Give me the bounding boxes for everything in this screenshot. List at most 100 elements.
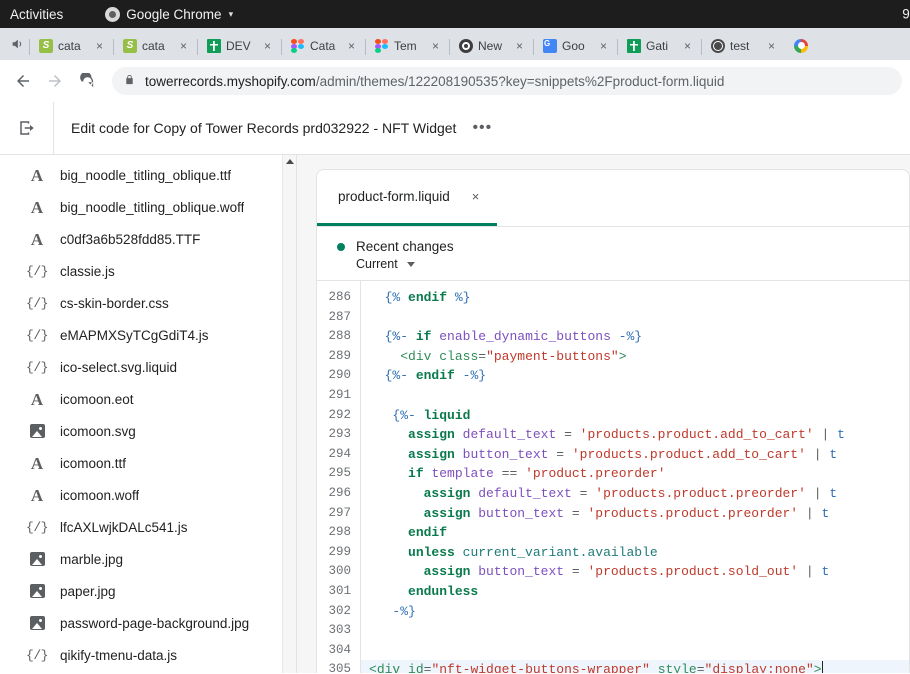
back-button[interactable] [8,66,38,96]
code-token: < [369,662,377,673]
file-list-item[interactable]: password-page-background.jpg [0,607,296,639]
line-number: 295 [317,464,360,484]
close-icon[interactable]: × [432,40,444,52]
code-line[interactable]: if template == 'product.preorder' [361,464,909,484]
browser-tab[interactable]: test× [702,31,786,60]
browser-tab-title: cata [142,39,175,53]
line-number: 291 [317,386,360,406]
file-list-item[interactable]: {/}ico-select.svg.liquid [0,351,296,383]
line-number: 294 [317,445,360,465]
sidebar-scrollbar[interactable] [282,155,296,673]
editor-tab-product-form[interactable]: product-form.liquid × [317,170,497,226]
code-line[interactable]: {%- endif -%} [361,366,909,386]
file-name-label: ico-select.svg.liquid [60,360,177,375]
code-line[interactable] [361,386,909,406]
activities-button[interactable]: Activities [10,7,63,22]
code-token [408,368,416,383]
file-list-item[interactable]: {/}eMAPMXSyTCgGdiT4.js [0,319,296,351]
more-actions-button[interactable]: ••• [472,123,492,133]
file-list-item[interactable]: Aicomoon.woff [0,479,296,511]
code-line[interactable]: assign default_text = 'products.product.… [361,425,909,445]
file-list-item[interactable]: {/}classie.js [0,255,296,287]
browser-tab[interactable]: Gati× [618,31,702,60]
code-line[interactable]: -%} [361,602,909,622]
code-line[interactable]: <div id="nft-widget-buttons-wrapper" sty… [361,660,909,673]
browser-tab[interactable]: New× [450,31,534,60]
code-token: class [439,349,478,364]
close-icon[interactable]: × [472,189,480,204]
close-icon[interactable]: × [516,40,528,52]
close-icon[interactable]: × [348,40,360,52]
code-line[interactable]: assign button_text = 'products.product.a… [361,445,909,465]
code-line[interactable] [361,308,909,328]
file-list-item[interactable]: Aicomoon.ttf [0,447,296,479]
browser-tab[interactable]: Cata× [282,31,366,60]
url-host: towerrecords.myshopify.com [145,74,316,89]
code-token: t [829,486,837,501]
code-line[interactable]: assign button_text = 'products.product.p… [361,504,909,524]
active-app-menu[interactable]: Google Chrome ▾ [105,7,233,22]
line-number: 300 [317,562,360,582]
browser-tab[interactable]: Tem× [366,31,450,60]
address-bar[interactable]: towerrecords.myshopify.com/admin/themes/… [112,67,902,95]
close-icon[interactable]: × [264,40,276,52]
file-list-item[interactable]: Aicomoon.eot [0,383,296,415]
font-file-icon: A [28,455,46,472]
close-icon[interactable]: × [600,40,612,52]
version-select[interactable]: Current [356,257,909,271]
code-line[interactable]: {% endif %} [361,288,909,308]
clock[interactable]: 9 [902,7,910,22]
code-line[interactable]: {%- liquid [361,406,909,426]
scroll-up-arrow-icon[interactable] [286,159,294,164]
reload-button[interactable] [72,66,102,96]
file-list-item[interactable]: {/}qikify-tmenu-data.js [0,639,296,671]
close-icon[interactable]: × [768,40,780,52]
code-token: == [494,466,525,481]
code-editor[interactable]: 2862872882892902912922932942952962972982… [316,281,910,673]
exit-editor-button[interactable] [0,102,54,155]
forward-button[interactable] [40,66,70,96]
code-token: div [408,349,431,364]
close-icon[interactable]: × [180,40,192,52]
code-token [369,506,424,521]
code-line[interactable]: endunless [361,582,909,602]
code-line[interactable]: <div class="payment-buttons"> [361,347,909,367]
active-app-label: Google Chrome [126,7,221,22]
recent-changes-panel: Recent changes Current [316,227,910,281]
file-list-item[interactable]: Abig_noodle_titling_oblique.woff [0,191,296,223]
close-icon[interactable]: × [684,40,696,52]
code-content[interactable]: {% endif %} {%- if enable_dynamic_button… [361,281,909,673]
code-token: 'products.product.preorder' [587,506,798,521]
code-token: t [837,427,845,442]
code-line[interactable]: {%- if enable_dynamic_buttons -%} [361,327,909,347]
file-list-item[interactable]: {/}lfcAXLwjkDALc541.js [0,511,296,543]
line-number: 298 [317,523,360,543]
code-line[interactable] [361,621,909,641]
file-list-item[interactable]: Ac0df3a6b528fdd85.TTF [0,223,296,255]
code-token [611,329,619,344]
browser-tab[interactable]: cata× [30,31,114,60]
file-list-item[interactable]: icomoon.svg [0,415,296,447]
lock-icon [124,74,135,89]
file-list-item[interactable]: paper.jpg [0,575,296,607]
url-path: /admin/themes/122208190535?key=snippets%… [316,74,725,89]
editor-tab-label: product-form.liquid [338,189,450,204]
code-line[interactable]: unless current_variant.available [361,543,909,563]
code-token: < [369,349,408,364]
code-line[interactable]: endif [361,523,909,543]
browser-tab-last[interactable] [786,31,816,60]
code-line[interactable] [361,641,909,661]
browser-tab[interactable]: Goo× [534,31,618,60]
code-line[interactable]: assign default_text = 'products.product.… [361,484,909,504]
code-token: {%- [385,329,408,344]
file-list-item[interactable]: {/}cs-skin-border.css [0,287,296,319]
file-list-item[interactable]: marble.jpg [0,543,296,575]
code-token [369,427,408,442]
google-sheets-icon [627,39,641,53]
close-icon[interactable]: × [96,40,108,52]
file-name-label: big_noodle_titling_oblique.ttf [60,168,231,183]
file-list-item[interactable]: Abig_noodle_titling_oblique.ttf [0,159,296,191]
code-line[interactable]: assign button_text = 'products.product.s… [361,562,909,582]
browser-tab[interactable]: cata × [114,31,198,60]
browser-tab[interactable]: DEV× [198,31,282,60]
